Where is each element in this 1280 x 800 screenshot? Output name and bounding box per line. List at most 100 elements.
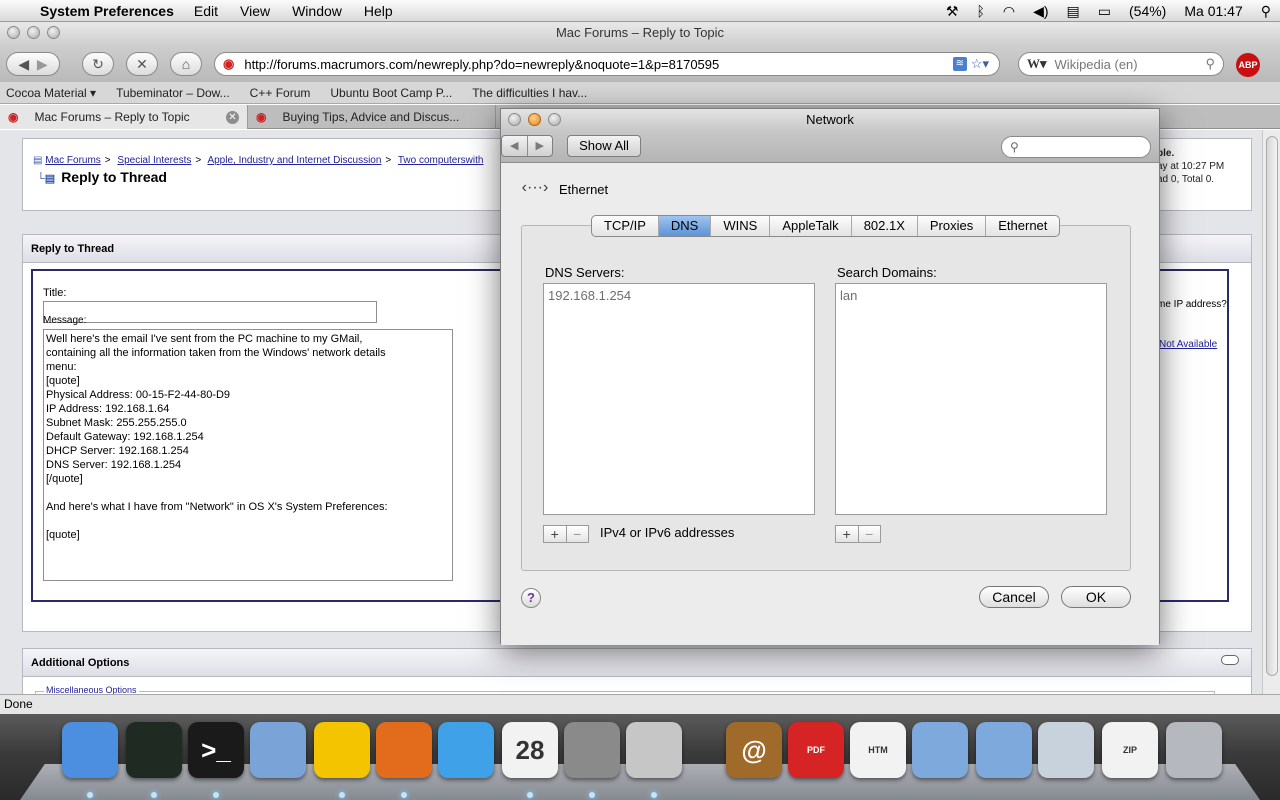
- trash-icon[interactable]: [1166, 722, 1222, 778]
- mail-icon[interactable]: [250, 722, 306, 778]
- app-menu[interactable]: System Preferences: [40, 3, 174, 19]
- show-all-button[interactable]: Show All: [567, 135, 641, 157]
- forward-arrow-icon[interactable]: ▶: [528, 136, 553, 156]
- bluetooth-icon[interactable]: ᛒ: [976, 3, 984, 19]
- ical-icon[interactable]: 28: [502, 722, 558, 778]
- bookmark-star-icon[interactable]: ☆▾: [971, 56, 989, 72]
- add-domain-button[interactable]: +: [836, 526, 859, 542]
- search-domains-list[interactable]: lan: [835, 283, 1107, 515]
- site-favicon-icon: ◉: [223, 56, 235, 71]
- breadcrumb-link[interactable]: Two computerswith: [398, 155, 484, 166]
- prefs-search-field[interactable]: ⚲: [1001, 136, 1151, 158]
- adblock-plus-icon[interactable]: ABP: [1236, 53, 1260, 77]
- address-bar[interactable]: ◉ http://forums.macrumors.com/newreply.p…: [214, 52, 1000, 76]
- title-input[interactable]: [43, 301, 377, 323]
- bookmark-item[interactable]: Ubuntu Boot Camp P...: [330, 86, 452, 100]
- menu-view[interactable]: View: [240, 3, 270, 19]
- html-document-icon[interactable]: HTM: [850, 722, 906, 778]
- breadcrumb-link[interactable]: Apple, Industry and Internet Discussion: [207, 155, 381, 166]
- message-label: Message:: [43, 315, 87, 326]
- battery-percent[interactable]: (54%): [1129, 3, 1166, 19]
- tab-dns[interactable]: DNS: [658, 216, 712, 236]
- back-arrow-icon[interactable]: ◀: [18, 56, 29, 73]
- back-forward-buttons[interactable]: ◀ ▶: [6, 52, 60, 76]
- minimize-window-button[interactable]: [528, 113, 541, 126]
- help-button[interactable]: ?: [521, 588, 541, 608]
- back-arrow-icon[interactable]: ◀: [502, 136, 528, 156]
- terminal-icon[interactable]: >_: [188, 722, 244, 778]
- network-preferences-window: Network ◀ ▶ Show All ⚲ ‹···› Ethernet TC…: [500, 108, 1160, 645]
- tab-8021x[interactable]: 802.1X: [852, 216, 918, 236]
- tab-ethernet[interactable]: Ethernet: [986, 216, 1059, 236]
- itunes-icon[interactable]: [438, 722, 494, 778]
- stop-button[interactable]: ✕: [126, 52, 158, 76]
- bookmark-item[interactable]: The difficulties I hav...: [472, 86, 587, 100]
- cancel-button[interactable]: Cancel: [979, 586, 1049, 608]
- forward-arrow-icon[interactable]: ▶: [37, 56, 48, 73]
- page-scrollbar[interactable]: [1262, 130, 1280, 694]
- photo-stack-icon[interactable]: [1038, 722, 1094, 778]
- close-window-button[interactable]: [508, 113, 521, 126]
- not-available-link[interactable]: Not Available: [1159, 339, 1217, 350]
- page-title: └▤ Reply to Thread: [37, 169, 167, 185]
- clock[interactable]: Ma 01:47: [1184, 3, 1242, 19]
- menu-window[interactable]: Window: [292, 3, 342, 19]
- downloads-folder-icon[interactable]: [976, 722, 1032, 778]
- tab-wins[interactable]: WINS: [711, 216, 771, 236]
- remove-dns-button[interactable]: −: [567, 526, 589, 542]
- dns-server-item[interactable]: 192.168.1.254: [548, 288, 810, 303]
- home-button[interactable]: ⌂: [170, 52, 202, 76]
- minimize-window-button[interactable]: [27, 26, 40, 39]
- tab-mac-forums[interactable]: ◉ Mac Forums – Reply to Topic ✕: [0, 105, 248, 129]
- bookmark-item[interactable]: C++ Forum: [250, 86, 311, 100]
- running-indicator: [589, 792, 595, 798]
- zoom-window-button[interactable]: [47, 26, 60, 39]
- folder-icon[interactable]: [912, 722, 968, 778]
- message-textarea[interactable]: Well here's the email I've sent from the…: [43, 329, 453, 581]
- volume-icon[interactable]: ◀): [1033, 3, 1048, 20]
- breadcrumb-link[interactable]: Mac Forums: [45, 155, 101, 166]
- bookmark-item[interactable]: Tubeminator – Dow...: [116, 86, 230, 100]
- wifi-icon[interactable]: ◠: [1003, 3, 1015, 20]
- add-dns-button[interactable]: +: [544, 526, 567, 542]
- search-box[interactable]: W▾ Wikipedia (en) ⚲: [1018, 52, 1224, 76]
- remove-domain-button[interactable]: −: [859, 526, 881, 542]
- script-menu-icon[interactable]: ⚒: [946, 3, 959, 20]
- search-icon[interactable]: ⚲: [1205, 56, 1215, 72]
- tab-appletalk[interactable]: AppleTalk: [770, 216, 852, 236]
- dns-servers-list[interactable]: 192.168.1.254: [543, 283, 815, 515]
- adium-icon[interactable]: [314, 722, 370, 778]
- pdf-document-icon[interactable]: PDF: [788, 722, 844, 778]
- battery-icon[interactable]: ▭: [1098, 3, 1111, 20]
- reload-button[interactable]: ↻: [82, 52, 114, 76]
- search-domain-item[interactable]: lan: [840, 288, 1102, 303]
- address-book-icon[interactable]: @: [726, 722, 782, 778]
- bookmark-item[interactable]: Cocoa Material ▾: [6, 86, 96, 100]
- prefs-back-forward[interactable]: ◀ ▶: [501, 135, 553, 157]
- zip-archive-icon[interactable]: ZIP: [1102, 722, 1158, 778]
- activity-monitor-icon[interactable]: [126, 722, 182, 778]
- input-flag-icon[interactable]: ▤: [1067, 3, 1080, 20]
- tab-buying-tips[interactable]: ◉ Buying Tips, Advice and Discus...: [248, 105, 496, 129]
- reply-arrow-icon: └▤: [37, 173, 56, 185]
- close-tab-icon[interactable]: ✕: [226, 110, 239, 124]
- network-window-title: Network: [806, 112, 854, 127]
- scrollbar-thumb[interactable]: [1266, 136, 1278, 676]
- wikipedia-icon[interactable]: W▾: [1027, 56, 1047, 72]
- spotlight-icon[interactable]: ⚲: [1261, 3, 1271, 20]
- menu-help[interactable]: Help: [364, 3, 393, 19]
- tab-tcpip[interactable]: TCP/IP: [592, 216, 659, 236]
- breadcrumb-link[interactable]: Special Interests: [117, 155, 191, 166]
- collapse-icon[interactable]: [1221, 655, 1239, 665]
- menu-edit[interactable]: Edit: [194, 3, 218, 19]
- rss-icon[interactable]: ≋: [952, 57, 967, 71]
- tab-proxies[interactable]: Proxies: [918, 216, 987, 236]
- system-preferences-icon[interactable]: [564, 722, 620, 778]
- preview-icon[interactable]: [626, 722, 682, 778]
- zoom-window-button[interactable]: [548, 113, 561, 126]
- ok-button[interactable]: OK: [1061, 586, 1131, 608]
- firefox-icon[interactable]: [376, 722, 432, 778]
- url-text[interactable]: http://forums.macrumors.com/newreply.php…: [244, 57, 952, 72]
- finder-icon[interactable]: [62, 722, 118, 778]
- close-window-button[interactable]: [7, 26, 20, 39]
